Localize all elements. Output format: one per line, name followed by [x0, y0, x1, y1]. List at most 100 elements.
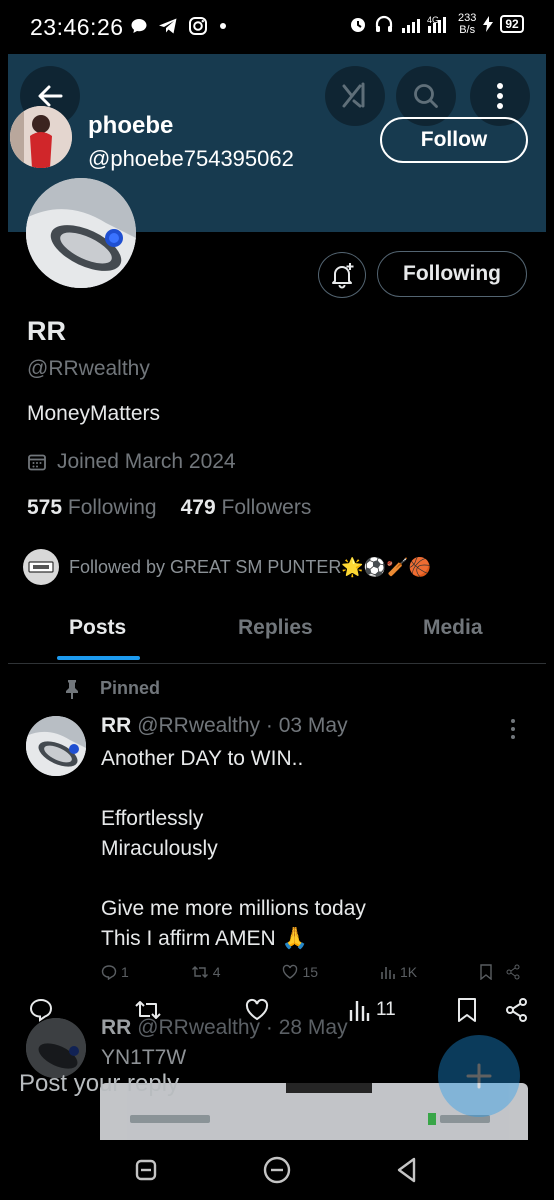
plus-icon: [466, 1063, 492, 1089]
pinned-text: Pinned: [100, 678, 161, 698]
chat-bubble-icon: [131, 19, 147, 33]
back-nav-button[interactable]: [387, 1150, 427, 1190]
following-stat-label: Following: [67, 496, 157, 519]
profile-avatar[interactable]: [26, 178, 136, 288]
profile-name: RR: [27, 316, 66, 346]
calendar-icon: [28, 454, 46, 471]
net-speed-value: 233: [458, 12, 477, 24]
reply-icon: [101, 965, 117, 980]
home-icon: [263, 1156, 291, 1184]
followers-count: 479: [180, 496, 216, 519]
post-more-button[interactable]: [508, 718, 518, 740]
more-vertical-icon: [511, 719, 515, 739]
profile-bio: MoneyMatters: [27, 402, 161, 425]
account-avatar[interactable]: [10, 106, 72, 168]
like-metric[interactable]: 15: [282, 964, 318, 980]
follower-avatar-image: [28, 561, 54, 573]
follower-avatar: [23, 549, 59, 585]
account-name: phoebe: [88, 112, 174, 139]
post-author[interactable]: RR: [101, 714, 131, 737]
system-status-icons: 4G 233 B/s 92: [348, 12, 524, 36]
notifications-button[interactable]: [318, 252, 366, 298]
tab-media[interactable]: Media: [423, 616, 483, 640]
home-button[interactable]: [257, 1150, 297, 1190]
battery-level: 92: [500, 15, 524, 33]
pinned-label: Pinned: [64, 678, 160, 699]
bookmark-icon: [480, 964, 492, 980]
account-handle: @phoebe754395062: [88, 146, 294, 171]
post-avatar-image: [26, 1018, 86, 1078]
post-avatar[interactable]: [26, 716, 86, 776]
post-handle-date: @RRwealthy · 03 May: [137, 714, 348, 737]
grok-icon: [342, 82, 365, 108]
followed-by[interactable]: Followed by GREAT SM PUNTER🌟⚽🏏🏀: [23, 549, 431, 585]
post-text: YN1T7W: [101, 1046, 187, 1069]
profile-handle: @RRwealthy: [27, 357, 150, 380]
post-header: RR @RRwealthy · 28 May: [101, 1016, 348, 1040]
reply-metric[interactable]: 1: [101, 964, 129, 980]
search-icon: [414, 84, 438, 108]
bookmark-icon: [458, 998, 476, 1022]
alarm-icon: [351, 18, 365, 32]
views-count: 11: [376, 999, 396, 1020]
post-text: Another DAY to WIN.. Effortlessly Miracu…: [101, 747, 366, 950]
charging-icon: [483, 16, 494, 32]
repost-icon: [191, 966, 208, 978]
followed-by-text: Followed by GREAT SM PUNTER🌟⚽🏏🏀: [69, 556, 432, 577]
account-avatar-image: [10, 106, 72, 168]
heart-icon: [283, 964, 298, 979]
post-metrics: 1 4 15 1K: [101, 964, 521, 980]
post-author[interactable]: RR: [101, 1016, 131, 1039]
profile-tabs: Posts Replies Media: [8, 602, 546, 664]
share-button[interactable]: [504, 997, 530, 1023]
views-metric[interactable]: 1K: [380, 964, 417, 980]
post-header: RR @RRwealthy · 03 May: [101, 714, 348, 738]
grok-button[interactable]: [325, 66, 385, 126]
pin-icon: [66, 679, 78, 699]
bookmark-button[interactable]: [456, 997, 478, 1023]
followers-stat[interactable]: 479 Followers: [181, 496, 312, 520]
share-icon: [506, 964, 520, 980]
tab-posts[interactable]: Posts: [69, 616, 126, 640]
reply-count: 1: [121, 964, 129, 980]
profile-avatar-image: [26, 178, 136, 288]
system-nav-bar: [0, 1140, 554, 1200]
views-icon: [381, 967, 395, 979]
notification-icons: [130, 16, 228, 36]
following-stat[interactable]: 575 Following: [27, 496, 157, 520]
joined-date: Joined March 2024: [27, 450, 236, 474]
views-icon: [349, 1001, 370, 1021]
status-clock: 23:46:26: [30, 14, 124, 40]
instagram-icon: [189, 17, 207, 35]
net-speed: 233 B/s: [458, 12, 476, 36]
signal-icon: 4G: [402, 15, 446, 33]
follow-button[interactable]: Follow: [380, 117, 528, 163]
recents-button[interactable]: [126, 1150, 166, 1190]
recents-icon: [135, 1159, 157, 1181]
profile-stats: 575 Following 479 Followers: [27, 496, 311, 520]
post-handle-date: @RRwealthy · 28 May: [137, 1016, 348, 1039]
post-avatar[interactable]: [26, 1018, 86, 1078]
views-count: 1K: [399, 964, 418, 980]
bell-plus-icon: [332, 263, 354, 289]
repost-metric[interactable]: 4: [191, 964, 221, 980]
compose-button[interactable]: [438, 1035, 520, 1117]
share-metric[interactable]: [479, 964, 521, 980]
like-count: 15: [302, 964, 319, 980]
tab-replies[interactable]: Replies: [238, 616, 313, 640]
net-speed-unit: B/s: [459, 24, 476, 36]
reply-input[interactable]: Post your reply: [19, 1070, 179, 1098]
joined-text: Joined March 2024: [57, 450, 236, 473]
telegram-icon: [159, 18, 177, 34]
back-triangle-icon: [397, 1157, 416, 1183]
followers-stat-label: Followers: [221, 496, 312, 519]
repost-count: 4: [212, 964, 221, 980]
active-tab-indicator: [57, 656, 140, 660]
post-avatar-image: [26, 716, 86, 776]
views-button[interactable]: 11: [348, 998, 396, 1022]
following-button[interactable]: Following: [377, 251, 527, 297]
following-count: 575: [27, 496, 63, 519]
dot-icon: [220, 23, 226, 29]
headphones-icon: [375, 15, 393, 32]
more-vertical-icon: [497, 83, 503, 109]
